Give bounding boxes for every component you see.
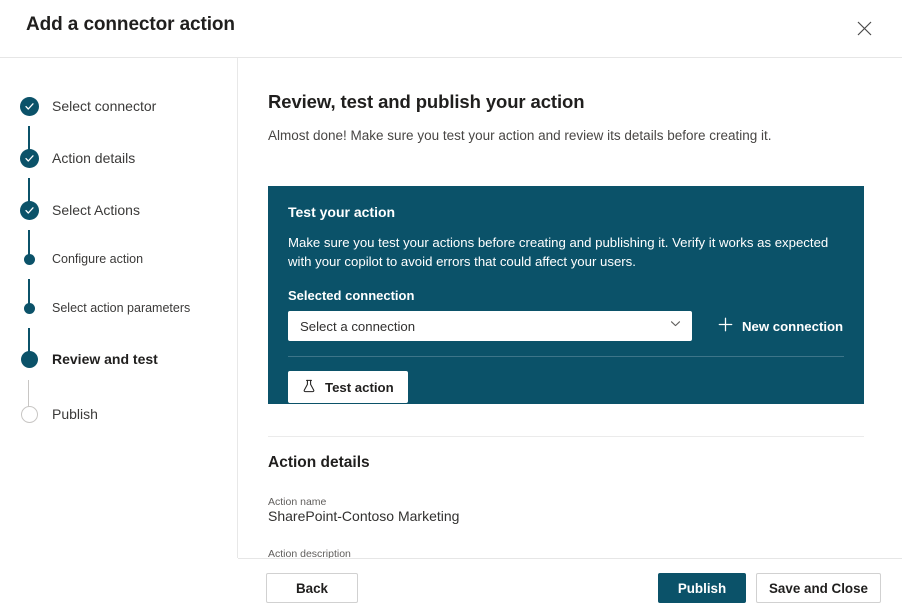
sidebar-item-select-connector[interactable]: Select connector [18, 95, 156, 117]
sidebar-item-label: Select action parameters [52, 301, 190, 315]
sidebar-item-publish[interactable]: Publish [18, 403, 98, 425]
page-title: Add a connector action [26, 14, 235, 36]
new-connection-label: New connection [742, 319, 843, 334]
sidebar-item-label: Review and test [52, 351, 158, 367]
plus-icon [718, 317, 733, 335]
check-circle-icon [20, 201, 39, 220]
sidebar-item-select-actions[interactable]: Select Actions [18, 199, 140, 221]
sidebar-item-label: Configure action [52, 252, 143, 266]
dialog-footer: Back Publish Save and Close [238, 559, 902, 610]
step-marker-done [18, 95, 40, 117]
action-details-heading: Action details [268, 454, 370, 472]
check-circle-icon [20, 149, 39, 168]
sidebar-stepper: Select connector Action details [0, 58, 237, 610]
close-button[interactable] [848, 12, 880, 44]
dot-filled-icon [21, 351, 38, 368]
test-card-title: Test your action [288, 204, 844, 220]
sidebar-item-label: Action details [52, 150, 135, 166]
sidebar-item-select-action-parameters[interactable]: Select action parameters [18, 297, 190, 319]
step-marker-pending [18, 403, 40, 425]
dot-icon [24, 303, 35, 314]
publish-button[interactable]: Publish [658, 573, 746, 603]
sidebar-item-label: Select connector [52, 98, 156, 114]
sidebar-item-label: Select Actions [52, 202, 140, 218]
back-button[interactable]: Back [266, 573, 358, 603]
test-card-description: Make sure you test your actions before c… [288, 233, 854, 271]
check-circle-icon [20, 97, 39, 116]
action-name-value: SharePoint-Contoso Marketing [268, 508, 459, 524]
chevron-down-icon [669, 317, 682, 335]
step-marker-visited [18, 248, 40, 270]
connection-select-value: Select a connection [300, 319, 415, 334]
connection-row: Select a connection New connection [288, 311, 844, 341]
main-heading: Review, test and publish your action [268, 91, 584, 113]
step-marker-done [18, 199, 40, 221]
dot-icon [24, 254, 35, 265]
save-and-close-button[interactable]: Save and Close [756, 573, 881, 603]
main-panel: Review, test and publish your action Alm… [238, 58, 902, 558]
test-action-button[interactable]: Test action [288, 371, 408, 403]
sidebar-item-action-details[interactable]: Action details [18, 147, 135, 169]
selected-connection-label: Selected connection [288, 288, 844, 303]
section-divider [268, 436, 864, 437]
card-inner-divider [288, 356, 844, 357]
step-marker-current [18, 348, 40, 370]
test-your-action-card: Test your action Make sure you test your… [268, 186, 864, 404]
close-icon [857, 21, 872, 36]
circle-outline-icon [21, 406, 38, 423]
main-subheading: Almost done! Make sure you test your act… [268, 128, 772, 143]
sidebar-item-review-and-test[interactable]: Review and test [18, 348, 158, 370]
action-description-label: Action description [268, 548, 351, 558]
sidebar-item-configure-action[interactable]: Configure action [18, 248, 143, 270]
dialog-header: Add a connector action [0, 0, 902, 57]
new-connection-button[interactable]: New connection [718, 317, 843, 335]
test-action-label: Test action [325, 380, 394, 395]
step-marker-visited [18, 297, 40, 319]
action-name-label: Action name [268, 496, 326, 508]
step-marker-done [18, 147, 40, 169]
sidebar-item-label: Publish [52, 406, 98, 422]
connection-select[interactable]: Select a connection [288, 311, 692, 341]
flask-icon [302, 379, 316, 396]
